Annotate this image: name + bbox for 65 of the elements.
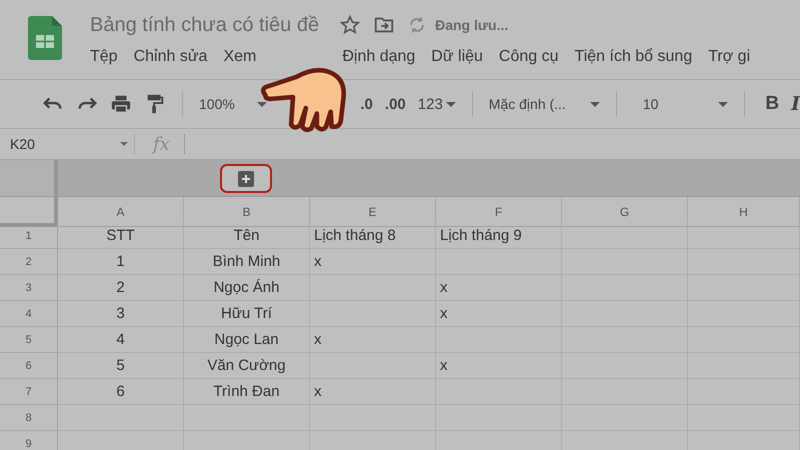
row-header[interactable]: 2	[0, 249, 58, 275]
caret-icon	[446, 102, 456, 106]
caret-icon	[120, 142, 128, 146]
menu-item[interactable]: Xem	[223, 48, 256, 66]
save-status: Đang lưu...	[435, 17, 508, 33]
row-header[interactable]: 9	[0, 431, 58, 450]
column-header[interactable]: A	[58, 197, 184, 227]
font-size-dropdown[interactable]: 10	[642, 96, 728, 112]
menu-item[interactable]: Định dạng	[342, 48, 416, 66]
table-cell: Văn Cường	[184, 353, 310, 379]
font-dropdown[interactable]: Mặc định (...	[488, 96, 600, 112]
name-box[interactable]: K20	[0, 134, 135, 154]
bold-button[interactable]: B	[765, 93, 780, 115]
table-cell: Lịch tháng 9	[436, 223, 562, 249]
caret-icon	[590, 102, 600, 106]
column-header[interactable]: B	[184, 197, 310, 227]
caret-icon	[718, 102, 728, 106]
row-header[interactable]: 6	[0, 353, 58, 379]
print-icon[interactable]	[110, 93, 132, 115]
menu-item[interactable]: Chỉnh sửa	[134, 48, 208, 66]
table-cell: Ngọc Lan	[184, 327, 310, 353]
star-icon[interactable]	[339, 14, 362, 36]
table-cell: x	[436, 301, 562, 327]
expand-group-button[interactable]	[220, 164, 272, 193]
table-cell: x	[310, 327, 436, 353]
table-cell: Hữu Trí	[184, 301, 310, 327]
plus-icon	[238, 170, 254, 186]
caret-icon	[256, 102, 267, 106]
table-cell: x	[436, 275, 562, 301]
table-cell: Lịch tháng 8	[310, 223, 436, 249]
table-cell: Bình Minh	[184, 249, 310, 275]
row-header[interactable]: 1	[0, 223, 58, 249]
menu-item[interactable]: Công cụ	[498, 48, 559, 66]
row-header[interactable]: 8	[0, 405, 58, 431]
menu-item[interactable]: Trợ gi	[708, 48, 750, 66]
row-header[interactable]: 4	[0, 301, 58, 327]
menu-item[interactable]: Dữ liệu	[431, 48, 483, 66]
table-cell: 4	[58, 327, 184, 353]
row-header[interactable]: 3	[0, 275, 58, 301]
number-format-dropdown[interactable]: 123	[418, 96, 456, 112]
table-cell: 2	[58, 275, 184, 301]
table-cell: 3	[58, 301, 184, 327]
column-header[interactable]: H	[688, 197, 800, 227]
table-cell: x	[436, 353, 562, 379]
menu-item[interactable]: Tệp	[90, 48, 118, 66]
row-header[interactable]: 7	[0, 379, 58, 405]
table-cell: x	[310, 249, 436, 275]
sheets-logo-icon[interactable]	[28, 16, 62, 60]
table-cell: STT	[58, 223, 184, 249]
table-cell: Ngọc Ánh	[184, 275, 310, 301]
table-cell: 6	[58, 379, 184, 405]
column-header[interactable]: E	[310, 197, 436, 227]
table-cell: Trình Đan	[184, 379, 310, 405]
table-cell: 1	[58, 249, 184, 275]
table-cell: x	[310, 379, 436, 405]
table-cell: Tên	[184, 223, 310, 249]
zoom-dropdown[interactable]: 100%	[199, 96, 267, 112]
document-title[interactable]: Bảng tính chưa có tiêu đề	[90, 14, 320, 36]
menu-item[interactable]: Tiện ích bổ sung	[574, 48, 692, 66]
row-header[interactable]: 5	[0, 327, 58, 353]
column-header[interactable]: G	[562, 197, 688, 227]
column-header[interactable]: F	[436, 197, 562, 227]
increase-decimal-button[interactable]: .00	[384, 96, 406, 112]
decrease-decimal-button[interactable]: .0	[360, 96, 373, 112]
table-cell: 5	[58, 353, 184, 379]
